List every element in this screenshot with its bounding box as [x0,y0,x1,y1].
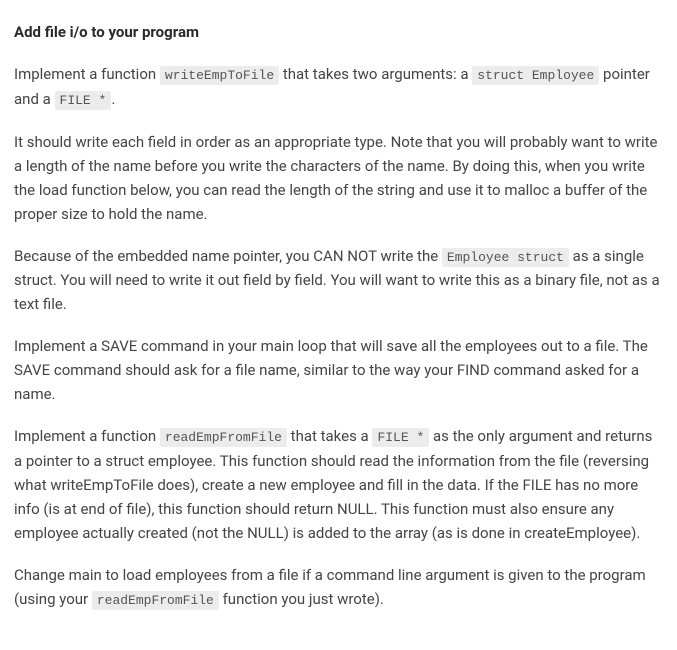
code-struct-employee: struct Employee [472,66,599,85]
paragraph-embedded-pointer: Because of the embedded name pointer, yo… [14,244,663,317]
code-employee-struct: Employee struct [442,248,569,267]
text: that takes a [287,427,373,445]
text: Because of the embedded name pointer, yo… [14,247,442,265]
code-file-pointer: FILE * [55,91,112,110]
code-readEmpFromFile: readEmpFromFile [160,428,287,447]
code-file-pointer: FILE * [372,428,429,447]
text: that takes two arguments: a [279,65,472,83]
code-writeEmpToFile: writeEmpToFile [160,66,279,85]
paragraph-implement-write: Implement a function writeEmpToFile that… [14,62,663,112]
paragraph-write-fields: It should write each field in order as a… [14,130,663,226]
text: . [111,90,115,108]
text: Implement a function [14,427,160,445]
section-heading: Add file i/o to your program [14,20,663,44]
paragraph-change-main: Change main to load employees from a fil… [14,563,663,612]
text: Implement a function [14,65,160,83]
paragraph-save-command: Implement a SAVE command in your main lo… [14,334,663,406]
paragraph-implement-read: Implement a function readEmpFromFile tha… [14,424,663,545]
text: function you just wrote). [219,590,384,608]
code-readEmpFromFile: readEmpFromFile [92,591,219,610]
